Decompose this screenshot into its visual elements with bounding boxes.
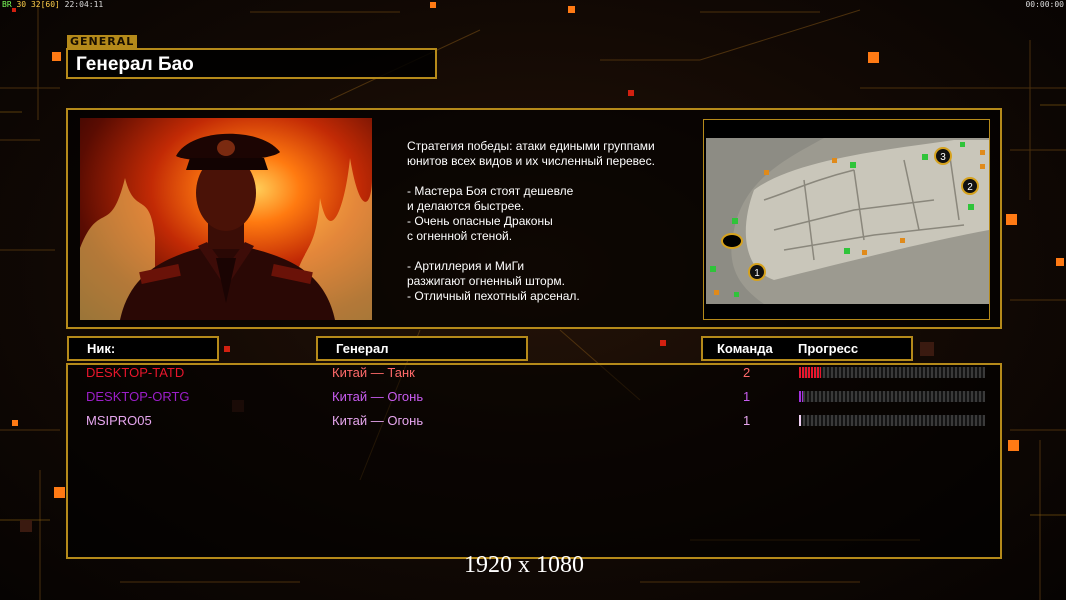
general-description: Стратегия победы: атаки едиными группами… (407, 139, 655, 303)
player-general: Китай — Танк (332, 365, 415, 380)
general-tag: GENERAL (67, 35, 137, 48)
clock: 22:04:11 (64, 0, 104, 9)
player-progress-bar (799, 415, 985, 426)
column-header-team-progress: Команда Прогресс (701, 336, 913, 361)
fps-cap: 32[60] (30, 0, 60, 9)
player-nick: DESKTOP-ORTG (86, 389, 190, 404)
general-name: Генерал Бао (76, 54, 194, 75)
column-header-progress: Прогресс (798, 341, 859, 356)
spawn-marker-1[interactable]: 1 (748, 263, 766, 281)
player-progress-fill (799, 367, 822, 378)
player-nick: MSIPRO05 (86, 413, 152, 428)
spawn-marker-3[interactable]: 3 (934, 147, 952, 165)
map-terrain: 1 2 3 (704, 120, 989, 319)
spawn-marker-2[interactable]: 2 (961, 177, 979, 195)
player-progress-bar (799, 367, 985, 378)
player-progress-fill (799, 391, 803, 402)
fps-label: BR (2, 0, 12, 9)
spawn-label-1: 1 (754, 268, 760, 279)
player-progress-fill (799, 415, 801, 426)
fps-counter: BR 30 32[60] 22:04:11 (2, 0, 103, 9)
map-preview[interactable]: 1 2 3 (703, 119, 990, 320)
column-header-general: Генерал (316, 336, 528, 361)
player-progress-bar (799, 391, 985, 402)
player-team: 1 (743, 413, 751, 428)
general-portrait (80, 118, 372, 320)
game-timer: 00:00:00 (1025, 0, 1064, 9)
spawn-label-3: 3 (940, 152, 946, 163)
column-header-nick: Ник: (67, 336, 219, 361)
spawn-label-2: 2 (967, 182, 973, 193)
player-general: Китай — Огонь (332, 389, 424, 404)
player-nick: DESKTOP-TATD (86, 365, 185, 380)
general-title-box: Генерал Бао (66, 48, 437, 79)
fps-value: 30 (16, 0, 27, 9)
column-header-team: Команда (717, 341, 773, 356)
player-team: 2 (743, 365, 751, 380)
general-silhouette (80, 133, 372, 320)
player-general: Китай — Огонь (332, 413, 424, 428)
player-team: 1 (743, 389, 751, 404)
resolution-label: 1920 x 1080 (464, 552, 584, 578)
